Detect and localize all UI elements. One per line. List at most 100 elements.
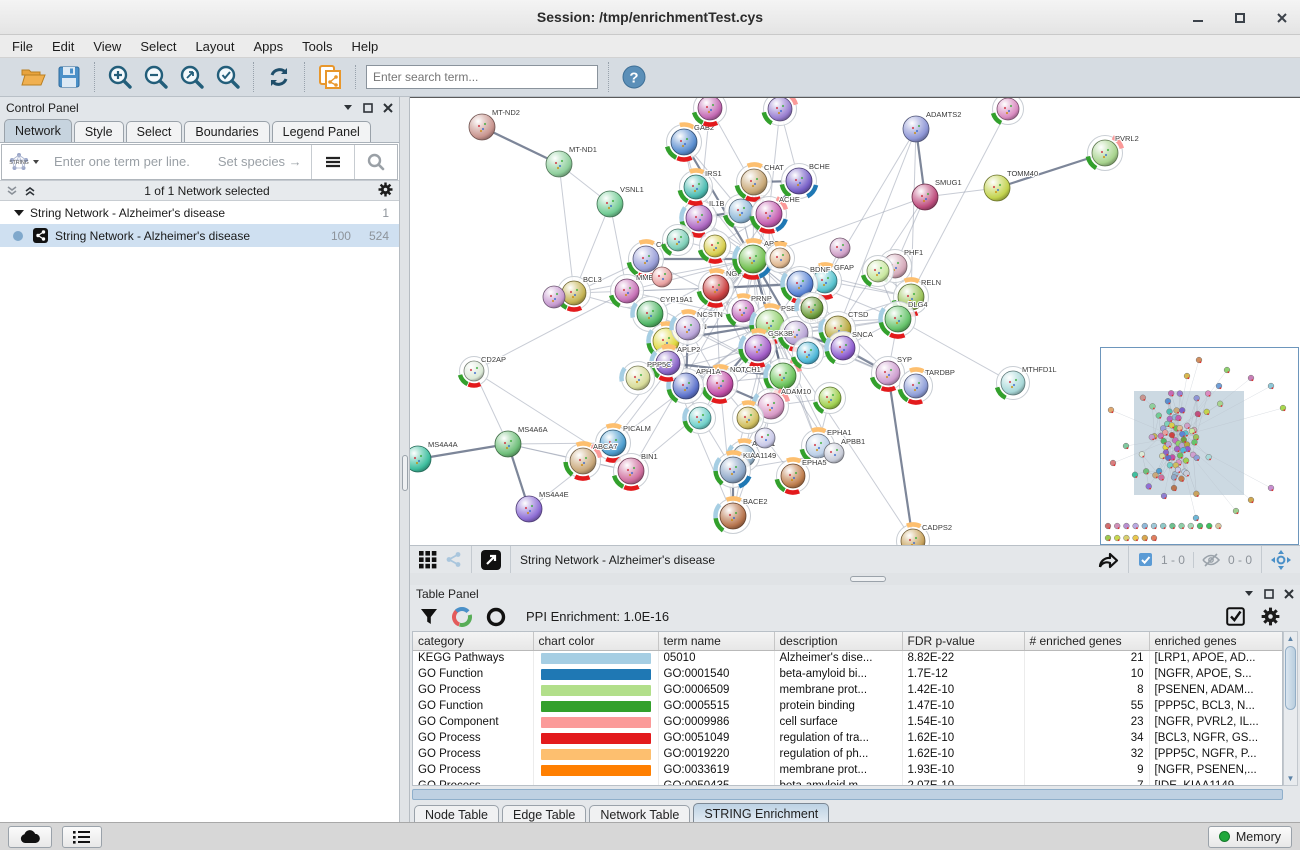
network-node[interactable]: MT-ND1 xyxy=(546,145,597,177)
search-input[interactable] xyxy=(366,65,598,89)
table-row[interactable]: GO FunctionGO:0005515protein binding1.47… xyxy=(413,698,1283,714)
tab-legend-panel[interactable]: Legend Panel xyxy=(272,121,371,142)
network-node[interactable]: MS4A6A xyxy=(495,425,548,457)
network-row-selected[interactable]: String Network - Alzheimer's disease 100… xyxy=(0,224,399,247)
network-node[interactable] xyxy=(757,98,802,132)
grid-view-icon[interactable] xyxy=(419,551,437,569)
float-panel-icon[interactable] xyxy=(363,103,373,113)
table-splitter-handle[interactable] xyxy=(850,576,886,582)
table-row[interactable]: GO ProcessGO:0051049regulation of tra...… xyxy=(413,730,1283,746)
network-node[interactable]: MT-ND2 xyxy=(469,108,520,140)
zoom-out-icon[interactable] xyxy=(141,62,171,92)
panel-menu-icon[interactable] xyxy=(343,104,353,111)
table-panel-menu-icon[interactable] xyxy=(1244,590,1254,597)
pie-chart-icon[interactable] xyxy=(452,607,472,627)
table-horizontal-scrollbar[interactable] xyxy=(412,789,1283,800)
network-node[interactable]: TOMM40 xyxy=(984,169,1038,201)
navigate-icon[interactable] xyxy=(1271,550,1291,570)
collection-expand-icon[interactable] xyxy=(14,209,24,217)
network-options-gear-icon[interactable] xyxy=(378,182,393,200)
network-node[interactable] xyxy=(987,98,1029,130)
minimize-icon[interactable] xyxy=(1190,10,1206,26)
table-float-icon[interactable] xyxy=(1264,589,1274,599)
tab-network[interactable]: Network xyxy=(4,119,72,142)
string-options-menu-icon[interactable] xyxy=(312,145,354,179)
table-vertical-scrollbar[interactable]: ▲ ▼ xyxy=(1283,631,1298,786)
network-collection-row[interactable]: String Network - Alzheimer's disease 1 xyxy=(0,201,399,224)
column-header--enriched-genes[interactable]: # enriched genes xyxy=(1024,632,1149,650)
column-header-FDR-p-value[interactable]: FDR p-value xyxy=(902,632,1024,650)
task-history-button[interactable] xyxy=(62,826,102,848)
close-icon[interactable] xyxy=(1274,10,1290,26)
network-node[interactable] xyxy=(543,286,565,308)
string-search-icon[interactable] xyxy=(355,145,397,179)
menu-item-apps[interactable]: Apps xyxy=(254,39,284,54)
zoom-selected-icon[interactable] xyxy=(213,62,243,92)
network-node[interactable]: EPHA5 xyxy=(770,453,826,498)
menu-item-tools[interactable]: Tools xyxy=(302,39,332,54)
collapse-all-icon[interactable] xyxy=(6,185,18,197)
network-node[interactable]: DLG4 xyxy=(874,295,928,343)
column-header-description[interactable]: description xyxy=(774,632,902,650)
table-splitter[interactable] xyxy=(410,573,1300,585)
table-row[interactable]: GO ProcessGO:0050435beta-amyloid m...2.0… xyxy=(413,778,1283,786)
string-query-placeholder[interactable]: Enter one term per line. xyxy=(54,154,190,169)
network-node[interactable] xyxy=(809,377,851,419)
table-row[interactable]: GO ComponentGO:0009986cell surface1.54E-… xyxy=(413,714,1283,730)
copy-network-icon[interactable] xyxy=(315,62,345,92)
panel-splitter[interactable] xyxy=(400,97,410,822)
table-row[interactable]: KEGG Pathways05010Alzheimer's dise...8.8… xyxy=(413,650,1283,666)
filter-icon[interactable] xyxy=(420,608,438,626)
open-in-window-icon[interactable] xyxy=(481,550,501,570)
zoom-in-icon[interactable] xyxy=(105,62,135,92)
table-settings-gear-icon[interactable] xyxy=(1261,607,1280,626)
string-protein-query-dropdown[interactable]: STRING xyxy=(2,151,46,173)
network-node[interactable]: PVRL2 xyxy=(1081,129,1139,177)
help-icon[interactable]: ? xyxy=(619,62,649,92)
column-header-enriched-genes[interactable]: enriched genes xyxy=(1149,632,1283,650)
expand-all-icon[interactable] xyxy=(24,185,36,197)
network-node[interactable]: SMUG1 xyxy=(912,178,962,210)
scroll-down-icon[interactable]: ▼ xyxy=(1284,772,1297,785)
network-node[interactable]: KIAA1149 xyxy=(708,445,776,494)
maximize-icon[interactable] xyxy=(1232,10,1248,26)
table-row[interactable]: GO FunctionGO:0001540beta-amyloid bi...1… xyxy=(413,666,1283,682)
ring-chart-icon[interactable] xyxy=(486,607,506,627)
table-header-row[interactable]: categorychart colorterm namedescriptionF… xyxy=(413,632,1283,650)
menu-item-view[interactable]: View xyxy=(93,39,121,54)
scrollbar-thumb[interactable] xyxy=(1285,646,1296,710)
refresh-icon[interactable] xyxy=(264,62,294,92)
menu-item-select[interactable]: Select xyxy=(140,39,176,54)
network-edge[interactable] xyxy=(559,164,574,293)
network-node[interactable]: MTHFD1L xyxy=(991,361,1057,406)
set-species-label[interactable]: Set species → xyxy=(218,154,302,169)
column-header-term-name[interactable]: term name xyxy=(658,632,774,650)
memory-button[interactable]: Memory xyxy=(1208,826,1292,848)
network-node[interactable]: BACE2 xyxy=(709,492,768,541)
menu-item-file[interactable]: File xyxy=(12,39,33,54)
enrichment-table[interactable]: categorychart colorterm namedescriptionF… xyxy=(412,631,1283,786)
menu-item-edit[interactable]: Edit xyxy=(52,39,74,54)
save-session-button[interactable] xyxy=(54,62,84,92)
birds-eye-view[interactable] xyxy=(1100,347,1299,545)
network-node[interactable]: CADPS2 xyxy=(892,520,952,545)
close-panel-icon[interactable] xyxy=(383,103,393,113)
tab-select[interactable]: Select xyxy=(126,121,183,142)
network-node[interactable]: VSNL1 xyxy=(597,185,644,217)
network-node[interactable] xyxy=(830,238,850,258)
select-all-check-icon[interactable] xyxy=(1226,607,1245,626)
menu-item-layout[interactable]: Layout xyxy=(195,39,234,54)
network-node[interactable] xyxy=(652,267,672,287)
table-row[interactable]: GO ProcessGO:0019220regulation of ph...1… xyxy=(413,746,1283,762)
scroll-up-icon[interactable]: ▲ xyxy=(1284,632,1297,645)
export-network-icon[interactable] xyxy=(1097,550,1119,570)
network-canvas[interactable]: MT-ND2MT-ND1VSNL1GAB2ADAMTS2PVRL2TOMM40S… xyxy=(410,97,1300,545)
tab-style[interactable]: Style xyxy=(74,121,124,142)
cloud-tasks-button[interactable] xyxy=(8,826,52,848)
splitter-handle[interactable] xyxy=(402,455,408,491)
column-header-chart-color[interactable]: chart color xyxy=(533,632,658,650)
open-session-button[interactable] xyxy=(18,62,48,92)
column-header-category[interactable]: category xyxy=(413,632,533,650)
network-edge[interactable] xyxy=(911,129,916,297)
zoom-fit-icon[interactable] xyxy=(177,62,207,92)
